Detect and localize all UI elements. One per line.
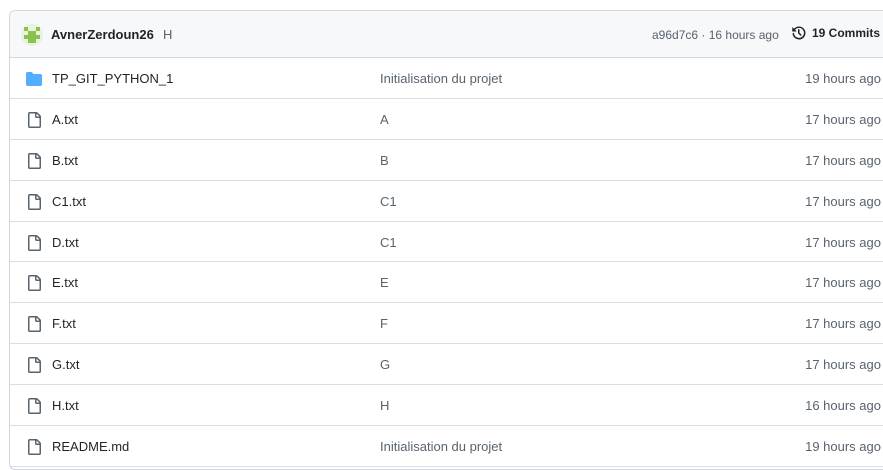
commit-date: 17 hours ago [805,357,881,373]
file-name-link[interactable]: B.txt [52,153,78,168]
commit-date: 19 hours ago [805,71,881,86]
file-list: TP_GIT_PYTHON_1 Initialisation du projet 1… [10,58,883,467]
avatar[interactable] [21,24,43,46]
latest-commit-meta[interactable]: a96d7c6 · 16 hours ago [652,28,779,42]
file-name-link[interactable]: A.txt [52,112,78,127]
file-row[interactable]: G.txt G 17 hours ago [10,344,883,386]
file-row[interactable]: README.md Initialisation du projet 19 hour… [10,426,883,467]
file-icon [26,111,42,128]
latest-commit-bar: AvnerZerdoun26 H a96d7c6 · 16 hours ago … [10,11,883,58]
commit-date: 16 hours ago [805,398,881,414]
file-icon [26,316,42,333]
commit-date: 17 hours ago [805,234,881,250]
file-name-link[interactable]: TP_GIT_PYTHON_1 [52,71,173,86]
file-row[interactable]: B.txt B 17 hours ago [10,140,883,181]
file-icon [26,398,42,415]
file-row[interactable]: A.txt A 17 hours ago [10,99,883,140]
commit-date: 17 hours ago [805,152,881,168]
file-icon [26,193,42,210]
file-row[interactable]: C1.txt C1 17 hours ago [10,181,883,222]
commits-count-label: 19 Commits [812,26,881,40]
file-row[interactable]: E.txt E 17 hours ago [10,262,883,304]
file-row[interactable]: F.txt F 17 hours ago [10,303,883,345]
file-icon [26,152,42,169]
file-icon [26,234,42,251]
file-icon [26,275,42,292]
commit-message-link[interactable]: C1 [380,194,397,209]
file-icon [26,439,42,456]
file-name-link[interactable]: E.txt [52,275,78,290]
commit-date: 19 hours ago [805,439,881,455]
commit-date: 17 hours ago [805,193,881,209]
commits-history-link[interactable]: 19 Commits [791,25,880,41]
commit-message-link[interactable]: G [380,357,390,372]
history-icon [792,26,806,40]
latest-commit-message[interactable]: H [163,27,172,42]
commit-message-link[interactable]: F [380,316,388,331]
folder-icon [26,71,42,87]
file-browser: AvnerZerdoun26 H a96d7c6 · 16 hours ago … [9,10,883,470]
file-row[interactable]: D.txt C1 17 hours ago [10,222,883,263]
file-row[interactable]: H.txt H 16 hours ago [10,385,883,427]
commit-date: 17 hours ago [805,316,881,332]
commit-message-link[interactable]: H [380,398,389,413]
commit-message-link[interactable]: Initialisation du projet [380,71,502,86]
commit-message-link[interactable]: A [380,112,389,127]
file-name-link[interactable]: G.txt [52,357,79,372]
commit-date: 17 hours ago [805,275,881,291]
file-row[interactable]: TP_GIT_PYTHON_1 Initialisation du projet 1… [10,58,883,99]
file-name-link[interactable]: F.txt [52,316,76,331]
file-name-link[interactable]: H.txt [52,398,79,413]
file-name-link[interactable]: README.md [52,439,129,454]
commit-date: 17 hours ago [805,111,881,127]
commit-message-link[interactable]: Initialisation du projet [380,439,502,454]
file-name-link[interactable]: C1.txt [52,194,86,209]
commit-message-link[interactable]: C1 [380,235,397,250]
commit-message-link[interactable]: E [380,275,389,290]
file-name-link[interactable]: D.txt [52,235,79,250]
commit-author-link[interactable]: AvnerZerdoun26 [51,27,154,42]
commit-message-link[interactable]: B [380,153,389,168]
file-icon [26,357,42,374]
